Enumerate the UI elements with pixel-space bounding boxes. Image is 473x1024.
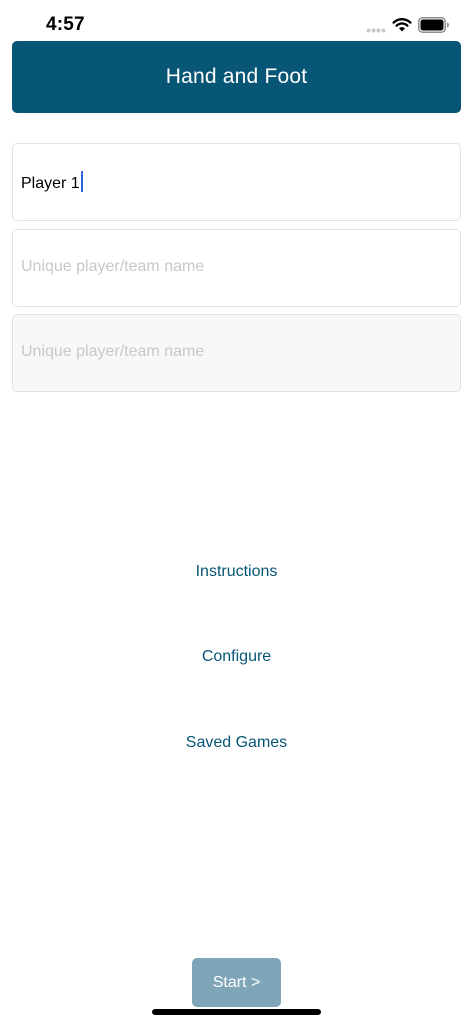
player-name-field-1-content: Player 1 bbox=[21, 171, 83, 193]
player-name-field-2[interactable]: Unique player/team name bbox=[12, 229, 461, 307]
player-name-1-text: Player 1 bbox=[21, 175, 80, 192]
start-button[interactable]: Start > bbox=[192, 958, 281, 1007]
wifi-icon bbox=[392, 18, 412, 32]
start-button-label: Start > bbox=[212, 973, 261, 991]
player-name-3-placeholder: Unique player/team name bbox=[21, 343, 205, 360]
app-title: Hand and Foot bbox=[165, 65, 308, 88]
battery-icon bbox=[418, 17, 449, 33]
saved-games-link[interactable]: Saved Games bbox=[0, 734, 473, 752]
signal-dots-icon bbox=[366, 28, 386, 33]
player-name-field-1[interactable]: Player 1 bbox=[12, 143, 461, 221]
status-time: 4:57 bbox=[46, 14, 85, 35]
player-name-field-3[interactable]: Unique player/team name bbox=[12, 314, 461, 392]
instructions-link[interactable]: Instructions bbox=[0, 563, 473, 581]
player-name-2-placeholder: Unique player/team name bbox=[21, 258, 205, 275]
app-header: Hand and Foot bbox=[12, 41, 461, 113]
home-indicator[interactable] bbox=[152, 1009, 321, 1015]
configure-link[interactable]: Configure bbox=[0, 648, 473, 666]
status-bar: 4:57 bbox=[0, 0, 473, 44]
text-cursor bbox=[80, 171, 83, 192]
